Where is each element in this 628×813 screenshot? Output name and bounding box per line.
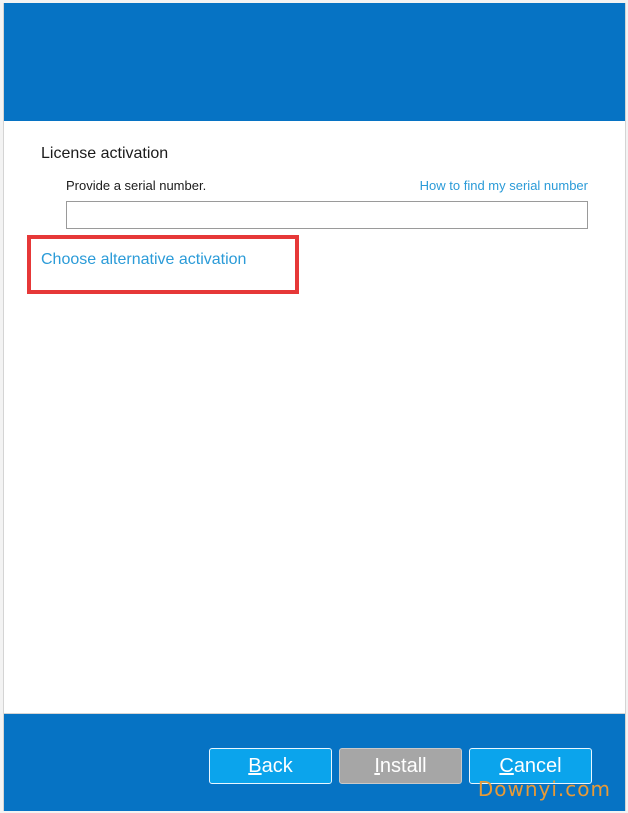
header-banner [4,3,625,121]
installer-window: License activation Provide a serial numb… [3,3,626,811]
footer-bar: Back Install Cancel Downyi.com [4,713,625,811]
install-button-label: nstall [379,754,427,777]
site-watermark: Downyi.com [477,777,611,801]
content-panel: License activation Provide a serial numb… [4,121,625,713]
serial-number-input[interactable] [66,201,588,229]
find-serial-help-link[interactable]: How to find my serial number [420,178,588,193]
highlight-annotation [27,235,299,294]
back-button-label: ack [261,754,293,777]
serial-number-label: Provide a serial number. [66,178,207,193]
screenshot-frame: License activation Provide a serial numb… [0,0,628,813]
section-title: License activation [41,145,169,162]
back-button[interactable]: Back [209,748,332,784]
cancel-button-label: ancel [513,754,562,777]
install-button[interactable]: Install [339,748,462,784]
cancel-button-mnemonic: C [499,754,514,777]
back-button-mnemonic: B [248,754,262,777]
